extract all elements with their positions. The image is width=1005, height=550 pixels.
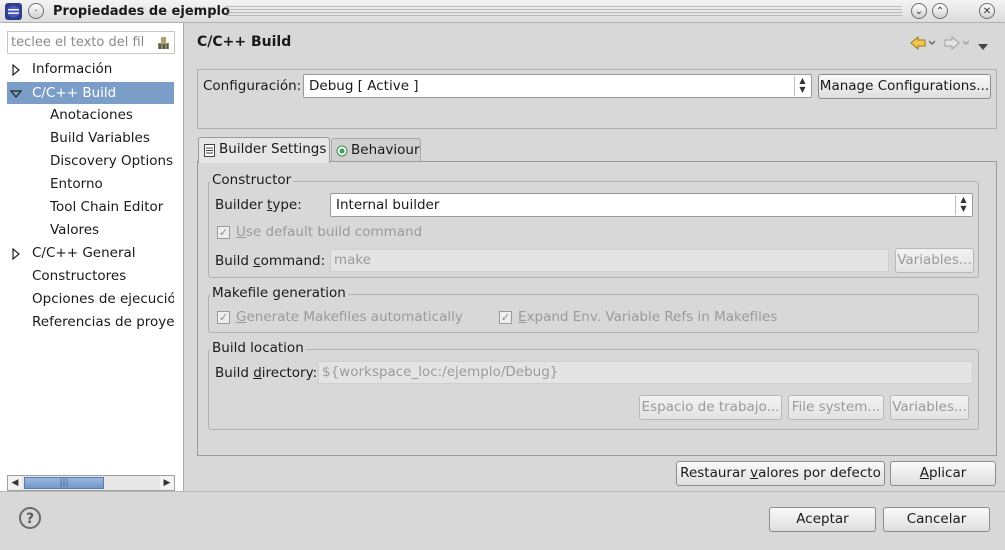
tree-item-entorno[interactable]: Entorno: [50, 174, 174, 194]
tab-builder-settings-label: Builder Settings: [219, 141, 327, 157]
build-command-field[interactable]: make: [330, 249, 889, 272]
tab-builder-settings[interactable]: Builder Settings: [198, 137, 330, 163]
restore-defaults-button[interactable]: Restaurar valores por defecto: [676, 461, 885, 486]
workspace-button[interactable]: Espacio de trabajo...: [639, 395, 782, 420]
configuration-label: Configuración:: [203, 78, 302, 94]
title-bar: · Propiedades de ejemplo ⌄ ⌃ ✕: [0, 0, 1005, 23]
tree-item-valores[interactable]: Valores: [50, 220, 174, 240]
scroll-left-icon[interactable]: ◀: [8, 476, 22, 490]
manage-configurations-button[interactable]: Manage Configurations...: [818, 74, 991, 99]
constructor-variables-button[interactable]: Variables...: [895, 248, 974, 273]
tree-item-anotaciones[interactable]: Anotaciones: [50, 105, 174, 125]
tree-item-discovery-options[interactable]: Discovery Options: [50, 151, 174, 171]
build-command-label: Build command:: [215, 253, 326, 269]
horizontal-scrollbar[interactable]: ◀ ||| ▶: [7, 475, 175, 491]
tree-item-build-variables[interactable]: Build Variables: [50, 128, 174, 148]
tree-twisty-cpp-general[interactable]: [11, 247, 21, 261]
help-icon[interactable]: ?: [19, 507, 41, 529]
ok-button[interactable]: Aceptar: [769, 507, 876, 532]
scroll-thumb[interactable]: |||: [24, 477, 104, 489]
forward-arrow-icon[interactable]: [944, 35, 970, 51]
generate-makefiles-label: Generate Makefiles automatically: [236, 309, 463, 325]
filter-box: [7, 31, 175, 54]
window-title: Propiedades de ejemplo: [53, 4, 230, 19]
tree-item-cpp-build[interactable]: C/C++ Build: [32, 83, 172, 103]
constructor-group-title: Constructor: [210, 172, 294, 188]
title-bar-decoration: [226, 6, 902, 17]
tree-item-cpp-general[interactable]: C/C++ General: [32, 243, 174, 263]
page-title: C/C++ Build: [197, 34, 292, 50]
tree-twisty-informacion[interactable]: [11, 63, 21, 77]
minimize-icon[interactable]: ⌄: [911, 3, 927, 19]
location-variables-button[interactable]: Variables...: [890, 395, 969, 420]
tree-item-constructores[interactable]: Constructores: [32, 266, 174, 286]
expand-env-variables-checkbox[interactable]: ✓: [499, 311, 512, 324]
behaviour-icon: [336, 145, 348, 157]
build-location-title: Build location: [210, 340, 306, 356]
configuration-select[interactable]: Debug [ Active ] ▲ ▼: [303, 74, 812, 98]
builder-type-value: Internal builder: [336, 197, 440, 213]
window-menu-icon[interactable]: ·: [28, 3, 44, 19]
makefile-generation-title: Makefile generation: [210, 285, 348, 301]
build-directory-field[interactable]: ${workspace_loc:/ejemplo/Debug}: [318, 361, 973, 384]
tree-item-opciones-ejecucion[interactable]: Opciones de ejecució: [32, 289, 174, 309]
use-default-build-command-checkbox[interactable]: ✓: [217, 226, 230, 239]
scroll-right-icon[interactable]: ▶: [160, 476, 174, 490]
builder-settings-icon: [204, 144, 215, 157]
clear-filter-icon[interactable]: [156, 35, 171, 50]
view-menu-icon[interactable]: [977, 40, 989, 50]
use-default-build-command-label: Use default build command: [236, 224, 423, 240]
tree-item-referencias-proyecto[interactable]: Referencias de proye: [32, 312, 174, 332]
tab-behaviour[interactable]: Behaviour: [331, 138, 421, 162]
maximize-icon[interactable]: ⌃: [932, 3, 948, 19]
back-arrow-icon[interactable]: [910, 35, 936, 51]
generate-makefiles-checkbox[interactable]: ✓: [217, 311, 230, 324]
filter-input[interactable]: [8, 32, 155, 53]
tree-item-informacion[interactable]: Información: [32, 59, 174, 79]
tree-item-tool-chain-editor[interactable]: Tool Chain Editor: [50, 197, 174, 217]
builder-type-select[interactable]: Internal builder ▲ ▼: [330, 193, 973, 217]
file-system-button[interactable]: File system...: [788, 395, 884, 420]
cancel-button[interactable]: Cancelar: [883, 507, 990, 532]
combo-arrows-icon: ▲ ▼: [794, 76, 810, 96]
tab-behaviour-label: Behaviour: [351, 142, 420, 158]
configuration-value: Debug [ Active ]: [309, 78, 419, 94]
close-icon[interactable]: ✕: [979, 3, 995, 19]
expand-env-variables-label: Expand Env. Variable Refs in Makefiles: [518, 309, 778, 325]
build-directory-label: Build directory:: [215, 365, 318, 381]
apply-button[interactable]: Aplicar: [890, 461, 996, 486]
combo-arrows-icon: ▲ ▼: [955, 195, 971, 215]
builder-type-label: Builder type:: [215, 197, 302, 213]
tree-twisty-cpp-build[interactable]: [9, 88, 23, 98]
app-icon: [5, 3, 22, 20]
